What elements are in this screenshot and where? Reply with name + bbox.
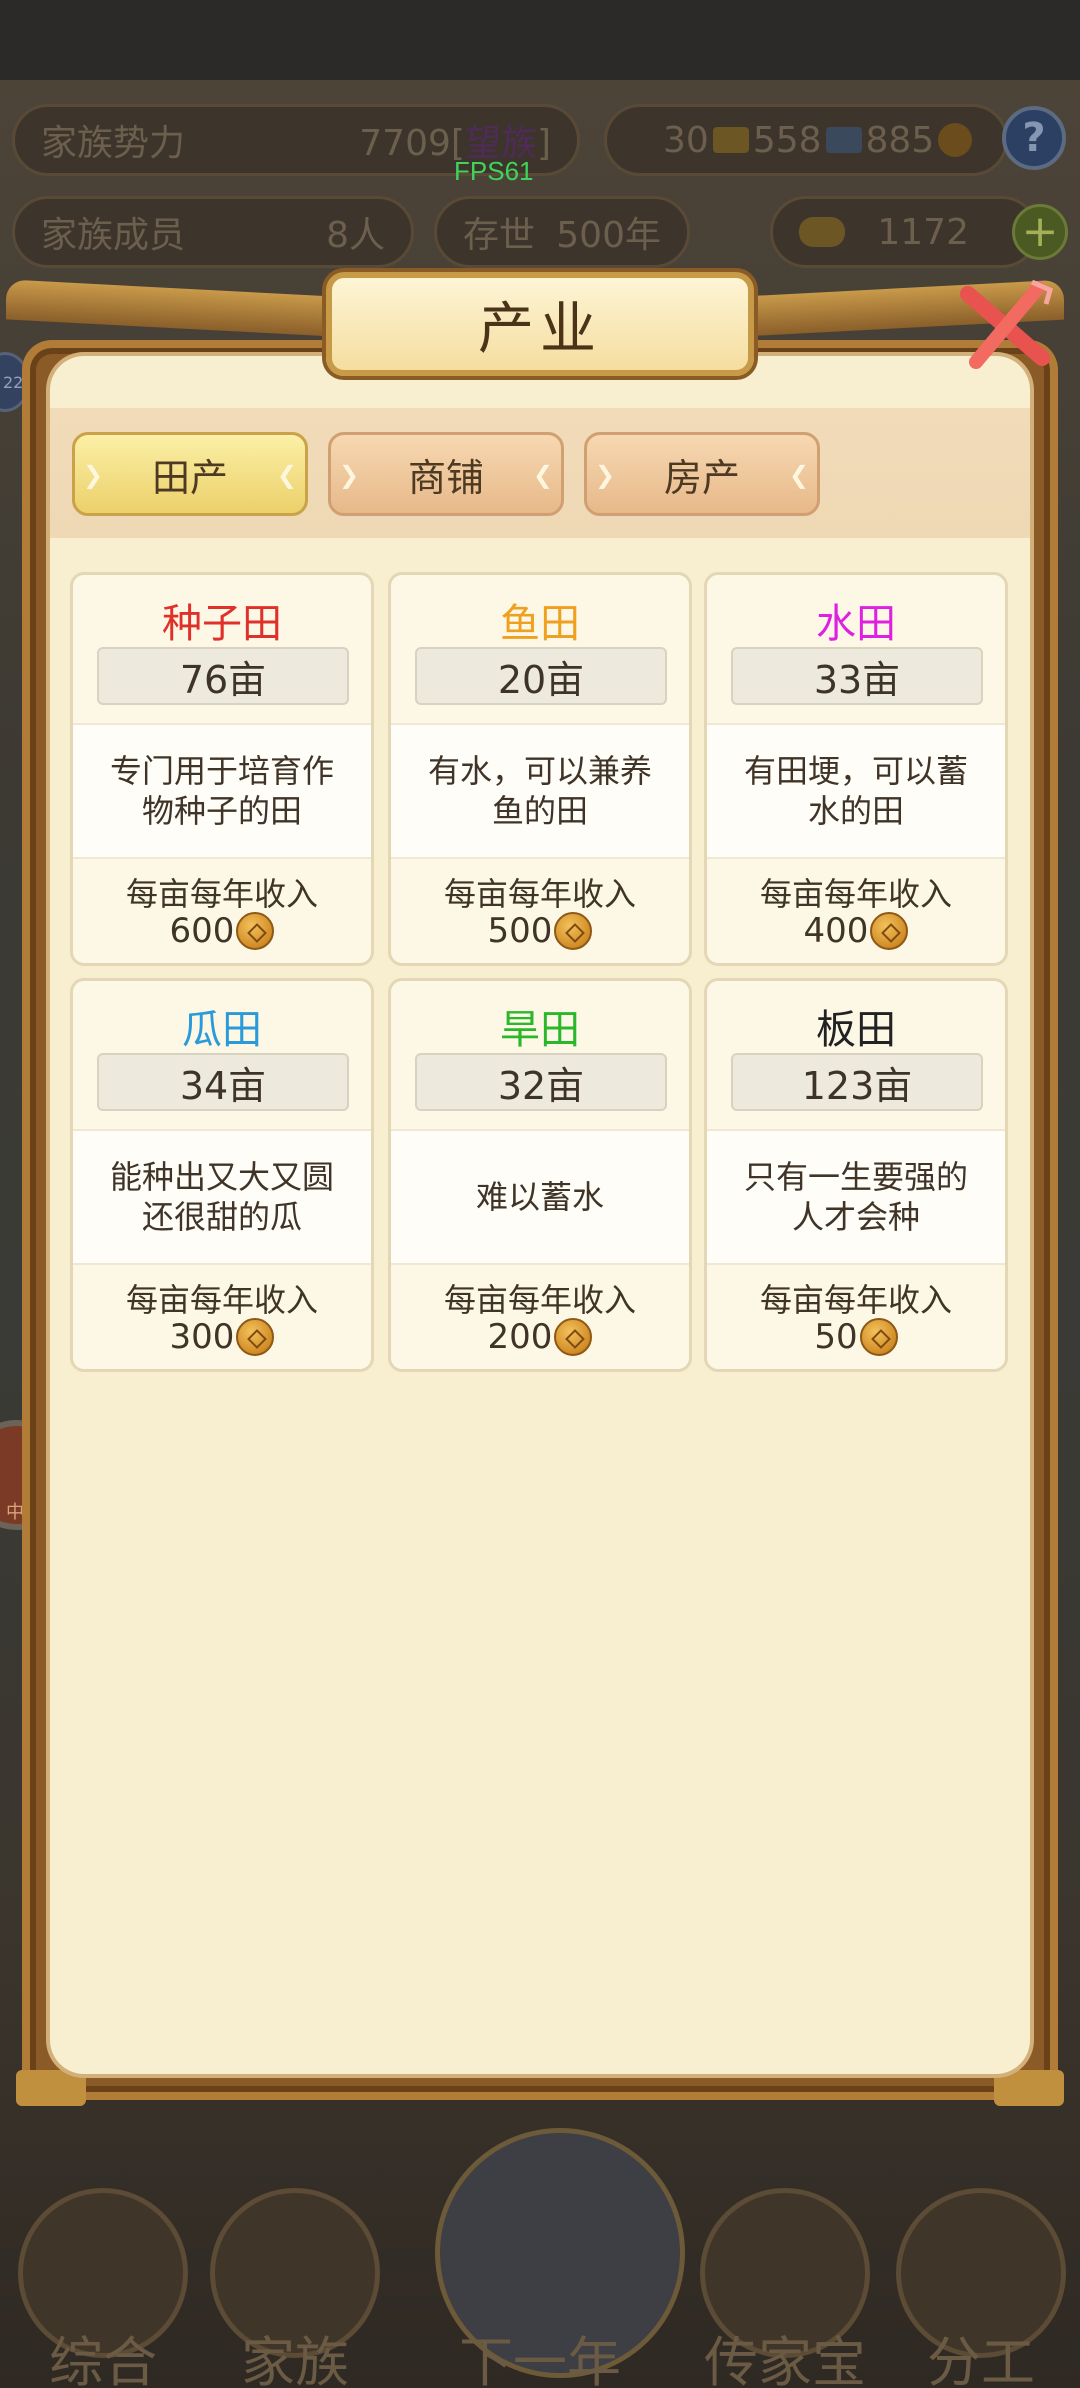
field-card-dry[interactable]: 旱田 32亩 难以蓄水 每亩每年收入 200	[388, 978, 692, 1372]
help-button[interactable]: ?	[1002, 106, 1066, 170]
field-area: 32亩	[415, 1053, 667, 1111]
close-icon	[960, 279, 1054, 369]
chevron-left-icon: ❮	[788, 461, 809, 489]
field-description: 专门用于培育作物种子的田	[73, 723, 371, 859]
income-row: 600	[73, 911, 371, 951]
silver-bar-icon	[825, 127, 862, 153]
gold-amount: 30	[663, 119, 709, 161]
family-members-label: 家族成员	[41, 215, 186, 256]
frame-corner-right	[994, 2070, 1064, 2106]
income-row: 200	[391, 1317, 689, 1357]
field-area: 20亩	[415, 647, 667, 705]
copper-coin-icon	[870, 912, 909, 950]
income-row: 50	[707, 1317, 1005, 1357]
income-row: 400	[707, 911, 1005, 951]
add-ingot-button[interactable]: +	[1012, 204, 1068, 260]
ingot-amount: 1172	[877, 211, 969, 253]
field-area: 33亩	[731, 647, 983, 705]
nav-heirloom[interactable]: 传家宝	[690, 2188, 880, 2388]
copper-coin-icon	[859, 1318, 898, 1356]
tab-shops[interactable]: ❯ 商铺 ❮	[328, 432, 564, 516]
chevron-left-icon: ❮	[532, 461, 553, 489]
chevron-right-icon: ❯	[595, 461, 616, 489]
field-description: 有水，可以兼养鱼的田	[391, 723, 689, 859]
income-value: 400	[803, 911, 869, 951]
years-value: 500年	[556, 215, 661, 256]
field-area: 123亩	[731, 1053, 983, 1111]
income-value: 200	[487, 1317, 553, 1357]
copper-coin-icon	[554, 1318, 593, 1356]
income-label: 每亩每年收入	[759, 875, 952, 913]
field-area: 34亩	[97, 1053, 349, 1111]
chevron-left-icon: ❮	[276, 461, 297, 489]
income-value: 300	[169, 1317, 235, 1357]
income-row: 300	[73, 1317, 371, 1357]
status-bar	[0, 0, 1080, 80]
modal-title: 产业	[478, 296, 602, 362]
income-label: 每亩每年收入	[125, 875, 318, 913]
nav-family[interactable]: 家族	[200, 2188, 390, 2388]
field-card-board[interactable]: 板田 123亩 只有一生要强的人才会种 每亩每年收入 50	[704, 978, 1008, 1372]
income-label: 每亩每年收入	[125, 1281, 318, 1319]
close-button[interactable]	[950, 270, 1060, 380]
income-value: 500	[487, 911, 553, 951]
silver-amount: 558	[752, 119, 822, 161]
chevron-right-icon: ❯	[83, 461, 104, 489]
copper-coin-icon	[554, 912, 593, 950]
income-row: 500	[391, 911, 689, 951]
field-description: 难以蓄水	[391, 1129, 689, 1265]
years-panel: 存世 500年	[434, 196, 690, 268]
income-label: 每亩每年收入	[443, 1281, 636, 1319]
resource-panel: 30 558 885	[604, 104, 1008, 176]
field-name: 旱田	[500, 1007, 580, 1053]
field-description: 能种出又大又圆还很甜的瓜	[73, 1129, 371, 1265]
income-value: 50	[814, 1317, 858, 1357]
chevron-right-icon: ❯	[339, 461, 360, 489]
field-name: 板田	[816, 1007, 896, 1053]
coin-amount: 885	[865, 119, 935, 161]
field-card-paddy[interactable]: 水田 33亩 有田埂，可以蓄水的田 每亩每年收入 400	[704, 572, 1008, 966]
copper-coin-icon	[236, 1318, 275, 1356]
field-name: 鱼田	[500, 601, 580, 647]
family-power-label: 家族势力	[41, 123, 186, 164]
family-members-panel[interactable]: 家族成员 8人	[12, 196, 414, 268]
field-name: 瓜田	[182, 1007, 262, 1053]
nav-overview[interactable]: 综合	[8, 2188, 198, 2388]
field-name: 水田	[816, 601, 896, 647]
field-card-melon[interactable]: 瓜田 34亩 能种出又大又圆还很甜的瓜 每亩每年收入 300	[70, 978, 374, 1372]
income-label: 每亩每年收入	[443, 875, 636, 913]
tab-houses[interactable]: ❯ 房产 ❮	[584, 432, 820, 516]
tab-farmland[interactable]: ❯ 田产 ❮	[72, 432, 308, 516]
income-value: 600	[169, 911, 235, 951]
field-area: 76亩	[97, 647, 349, 705]
income-label: 每亩每年收入	[759, 1281, 952, 1319]
copper-coin-icon	[236, 912, 275, 950]
frame-corner-left	[16, 2070, 86, 2106]
field-name: 种子田	[162, 601, 282, 647]
coin-icon	[938, 123, 973, 157]
nav-division[interactable]: 分工	[886, 2188, 1076, 2388]
fps-counter: FPS61	[454, 156, 534, 186]
modal-title-plate: 产业	[326, 272, 754, 376]
gold-bar-icon	[712, 127, 749, 153]
ingot-panel: 1172	[770, 196, 1038, 268]
field-description: 有田埂，可以蓄水的田	[707, 723, 1005, 859]
field-description: 只有一生要强的人才会种	[707, 1129, 1005, 1265]
field-card-seed[interactable]: 种子田 76亩 专门用于培育作物种子的田 每亩每年收入 600	[70, 572, 374, 966]
family-members-value: 8人	[326, 215, 385, 256]
field-card-fish[interactable]: 鱼田 20亩 有水，可以兼养鱼的田 每亩每年收入 500	[388, 572, 692, 966]
nav-next-year[interactable]: 下一年	[435, 2128, 685, 2388]
ingot-icon	[799, 217, 845, 247]
years-label: 存世	[463, 215, 536, 256]
